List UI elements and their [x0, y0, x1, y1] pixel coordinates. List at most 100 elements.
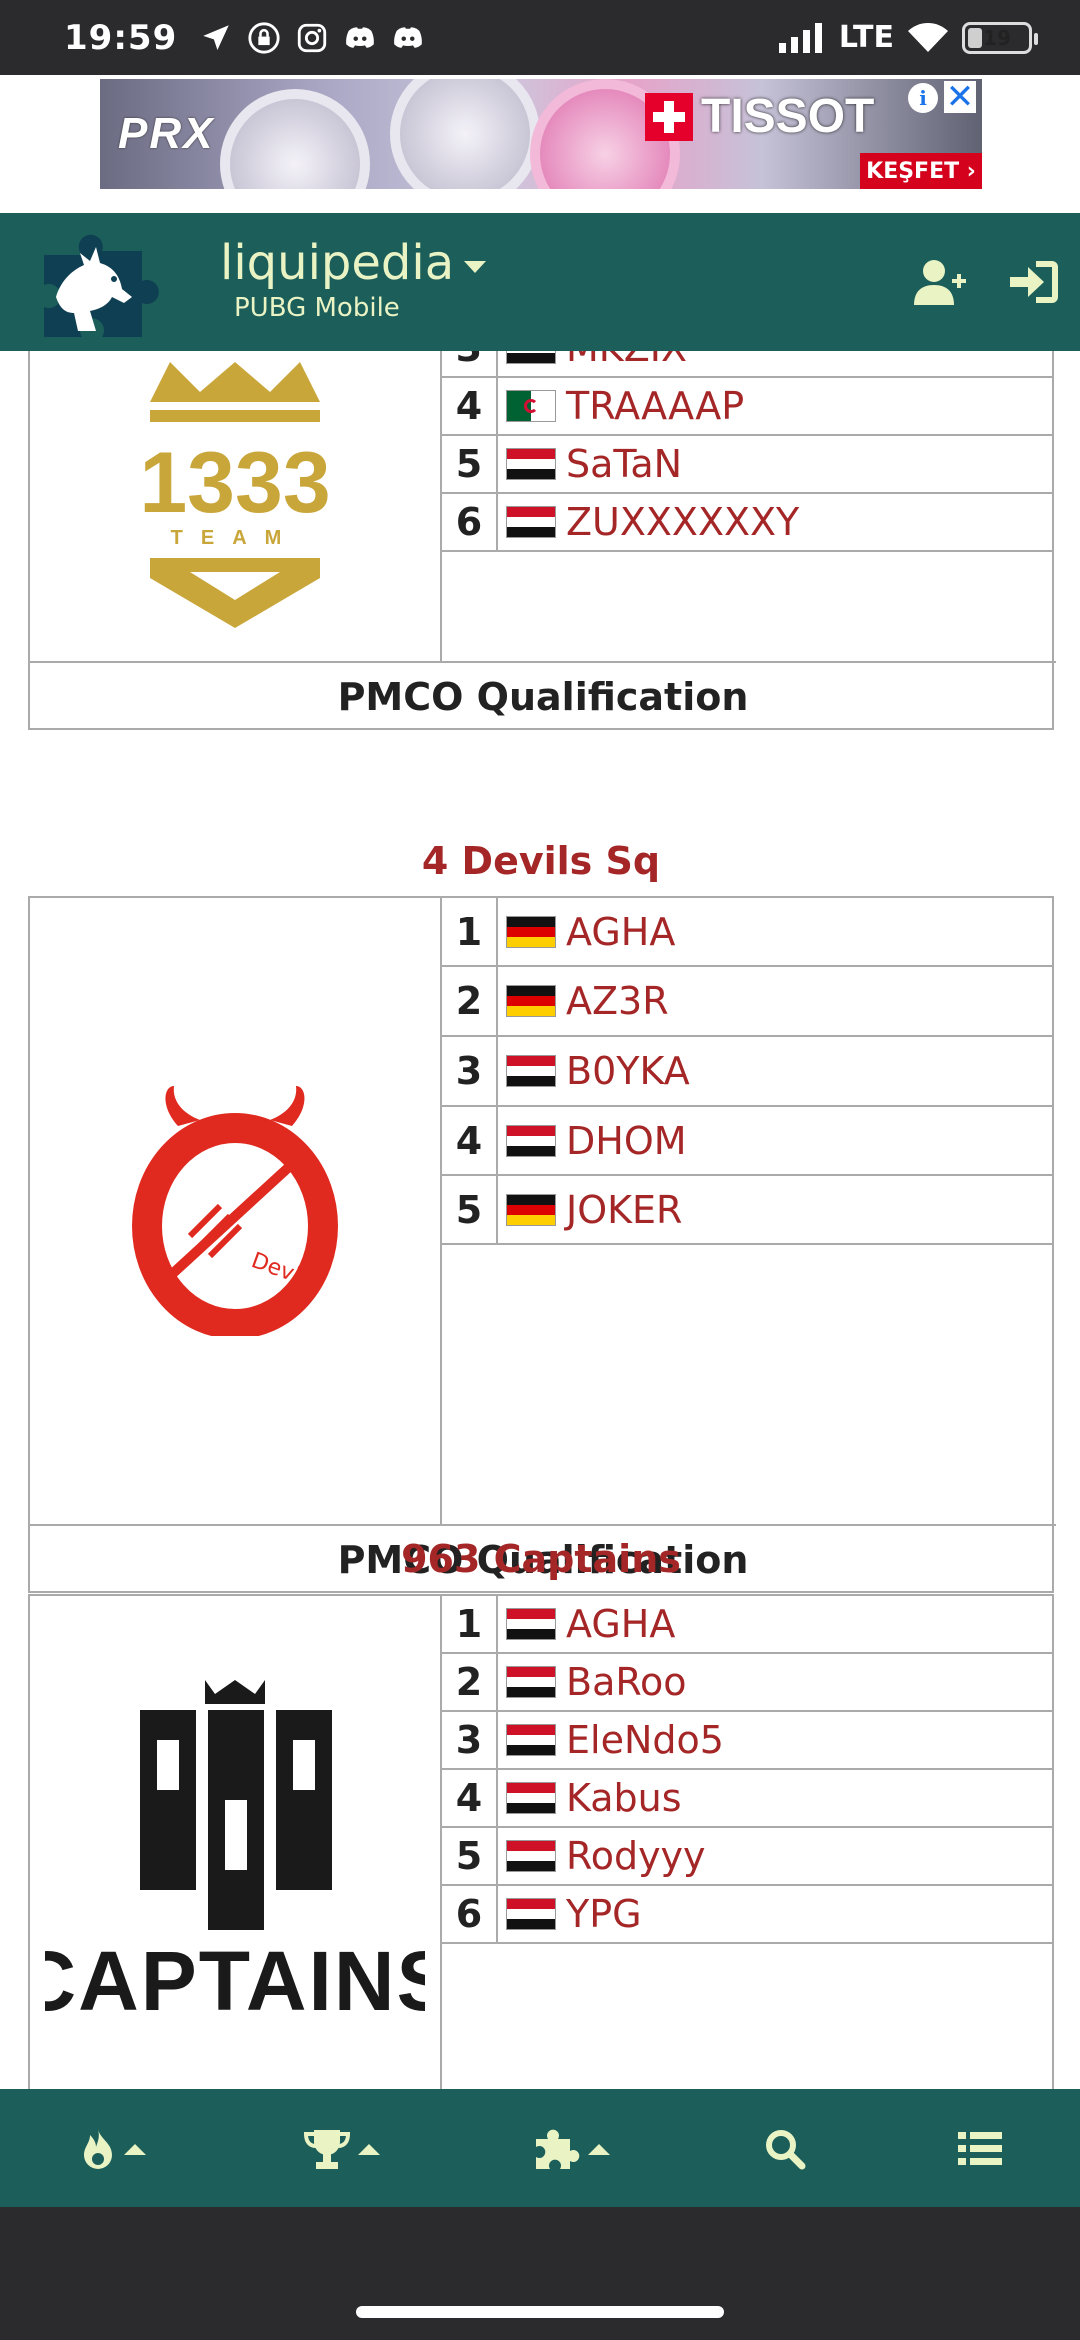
status-bar: 19:59 LTE 19 [0, 0, 1080, 75]
discord-icon [394, 26, 423, 48]
app-screen: 19:59 LTE 19 PRX TISSOT KEŞFET › i ✕ liq… [0, 0, 1080, 2340]
country-flag-icon[interactable] [506, 985, 556, 1017]
ad-area: PRX TISSOT KEŞFET › i ✕ [0, 75, 1080, 213]
player-number: 1 [442, 898, 498, 965]
player-name-link[interactable]: MKZIX [566, 351, 687, 370]
country-flag-icon[interactable] [506, 1782, 556, 1814]
nav-tournaments-button[interactable] [304, 2119, 380, 2179]
ad-watch-image [390, 79, 540, 189]
player-name-link[interactable]: EleNdo5 [566, 1718, 724, 1762]
player-row: 5 JOKER [442, 1176, 1054, 1245]
player-name-link[interactable]: AZ3R [566, 979, 669, 1023]
player-number: 3 [442, 351, 498, 376]
wiki-name: PUBG Mobile [234, 293, 400, 323]
country-flag-icon[interactable] [506, 1724, 556, 1756]
add-user-icon[interactable] [912, 257, 968, 307]
country-flag-icon[interactable] [506, 1124, 556, 1157]
country-flag-icon[interactable] [506, 1666, 556, 1698]
status-time: 19:59 [64, 17, 178, 58]
player-number: 3 [442, 1037, 498, 1105]
site-brand[interactable]: liquipedia PUBG Mobile [220, 235, 487, 323]
player-row: 3 MKZIX [442, 351, 1054, 378]
player-name-link[interactable]: YPG [566, 1892, 642, 1936]
player-row: 2 BaRoo [442, 1654, 1054, 1712]
trophy-icon [304, 2130, 350, 2169]
team-963-logo: CAPTAINS [45, 1680, 425, 2028]
nav-search-button[interactable] [764, 2119, 806, 2179]
team-logo-text: 1333 [140, 435, 330, 531]
nav-trending-button[interactable] [80, 2119, 146, 2179]
player-name-link[interactable]: BaRoo [566, 1660, 687, 1704]
country-flag-icon[interactable] [506, 506, 556, 538]
player-name-link[interactable]: TRAAAAP [566, 384, 744, 428]
system-gesture-area [0, 2207, 1080, 2340]
chevron-down-icon [464, 261, 487, 273]
country-flag-icon[interactable] [506, 915, 556, 948]
puzzle-icon [536, 2129, 580, 2169]
ad-banner[interactable]: PRX TISSOT KEŞFET › i ✕ [100, 79, 982, 189]
player-name-link[interactable]: ZUXXXXXXY [566, 500, 799, 544]
liquipedia-logo-icon[interactable] [26, 227, 186, 339]
player-row: 1 AGHA [442, 1596, 1054, 1654]
team-logo-cell: 1333 TEAM [30, 351, 442, 661]
nav-menu-button[interactable] [958, 2119, 1002, 2179]
player-name-link[interactable]: Kabus [566, 1776, 682, 1820]
player-row: 4 TRAAAAP [442, 378, 1054, 436]
country-flag-icon[interactable] [506, 448, 556, 480]
home-indicator[interactable] [356, 2306, 724, 2318]
chevron-up-icon [588, 2143, 610, 2155]
status-right: LTE 19 [777, 20, 1038, 55]
team-list-content[interactable]: 1333 TEAM 2GHQ3MKZIX4TRAAAAP5SaTaN6ZUXXX… [0, 351, 1080, 2089]
player-name-link[interactable]: B0YKA [566, 1049, 690, 1093]
sign-in-icon[interactable] [1006, 257, 1062, 307]
player-number: 5 [442, 436, 498, 492]
chevron-up-icon [124, 2143, 146, 2155]
player-name-link[interactable]: DHOM [566, 1119, 687, 1163]
chevron-up-icon [358, 2143, 380, 2155]
bottom-navigation [0, 2089, 1080, 2207]
player-number: 5 [442, 1828, 498, 1884]
player-number: 4 [442, 1107, 498, 1174]
player-number: 4 [442, 378, 498, 434]
player-number: 5 [442, 1176, 498, 1243]
team-4devils-logo: Devils [132, 1086, 338, 1336]
ad-collection-name: PRX [118, 109, 215, 158]
country-flag-icon[interactable] [506, 1898, 556, 1930]
player-name-link[interactable]: JOKER [566, 1188, 682, 1232]
country-flag-icon[interactable] [506, 351, 556, 364]
ad-cta-button[interactable]: KEŞFET › [860, 153, 982, 189]
team-name-link[interactable]: 4 Devils Sq [28, 839, 1054, 889]
team-roster-table: Devils 1 AGHA 2 AZ3R 3 B0YKA 4 DHOM 5 JOKER PMCO … [28, 896, 1056, 1593]
player-name-link[interactable]: AGHA [566, 910, 675, 954]
player-name-link[interactable]: SaTaN [566, 442, 682, 486]
player-number: 6 [442, 1886, 498, 1942]
country-flag-icon[interactable] [506, 390, 556, 422]
player-row: 5 Rodyyy [442, 1828, 1054, 1886]
player-row: 3 EleNdo5 [442, 1712, 1054, 1770]
country-flag-icon[interactable] [506, 1055, 556, 1087]
signal-icon [778, 22, 822, 53]
team-logo-subtext: TEAM [171, 527, 300, 549]
ad-close-icon[interactable]: ✕ [944, 79, 976, 117]
search-icon [766, 2130, 806, 2170]
vpn-lock-icon [248, 21, 280, 54]
ad-info-icon[interactable]: i [908, 83, 938, 113]
country-flag-icon[interactable] [506, 1193, 556, 1226]
instagram-icon [298, 23, 327, 52]
player-row: 4 Kabus [442, 1770, 1054, 1828]
team-name-link[interactable]: 963 Captains [28, 1537, 1054, 1587]
player-row: 3 B0YKA [442, 1037, 1054, 1107]
player-name-link[interactable]: Rodyyy [566, 1834, 706, 1878]
battery-icon: 19 [962, 21, 1038, 54]
nav-wikis-button[interactable] [534, 2119, 610, 2179]
team-roster-table: 1333 TEAM 2GHQ3MKZIX4TRAAAAP5SaTaN6ZUXXX… [28, 351, 1056, 730]
team-roster-table: CAPTAINS 1 AGHA 2 BaRoo 3 EleNdo5 4 Kabus 5 Rodyy… [28, 1594, 1054, 2089]
player-number: 2 [442, 1654, 498, 1710]
country-flag-icon[interactable] [506, 1840, 556, 1872]
team-1333-logo: 1333 TEAM [140, 362, 330, 628]
country-flag-icon[interactable] [506, 1608, 556, 1640]
player-number: 6 [442, 494, 498, 550]
player-name-link[interactable]: AGHA [566, 1602, 675, 1646]
player-number: 2 [442, 967, 498, 1035]
ad-brand: TISSOT [645, 89, 874, 144]
